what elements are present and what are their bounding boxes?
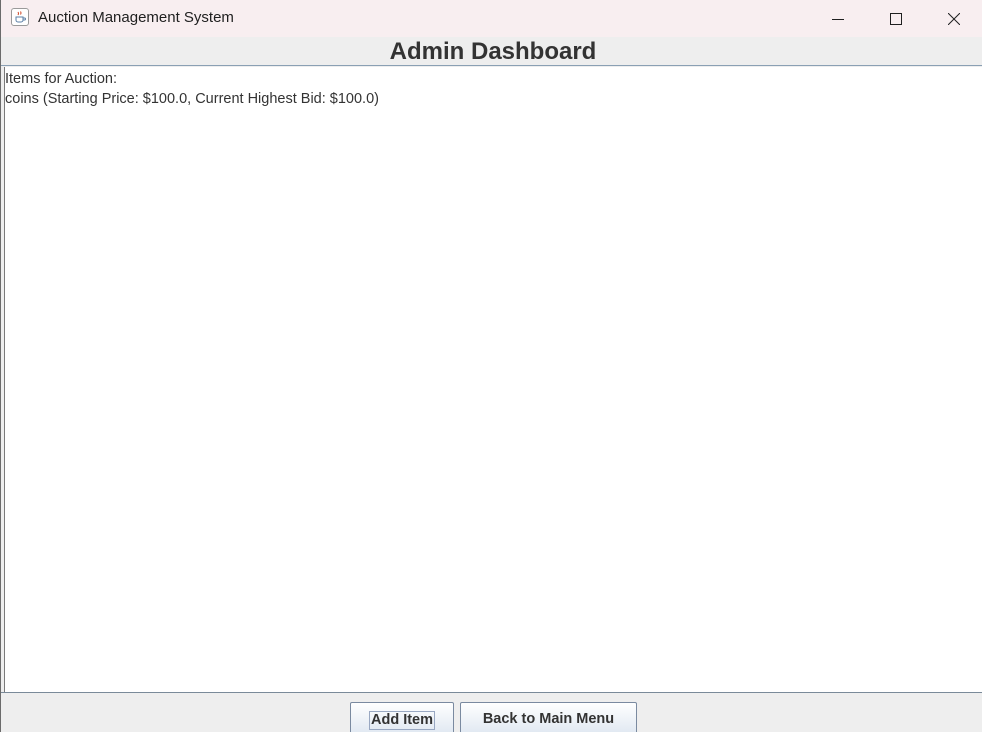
- page-title: Admin Dashboard: [389, 38, 597, 65]
- window-title: Auction Management System: [38, 9, 234, 26]
- app-window: Auction Management System Admin Dashboar…: [0, 0, 982, 732]
- items-heading: Items for Auction:: [5, 71, 118, 87]
- button-panel: Add Item Back to Main Menu: [1, 692, 982, 732]
- list-item: coins (Starting Price: $100.0, Current H…: [5, 91, 379, 107]
- add-item-label: Add Item: [368, 711, 436, 730]
- add-item-button[interactable]: Add Item: [350, 702, 454, 732]
- close-button[interactable]: [925, 0, 982, 37]
- items-list: Items for Auction: coins (Starting Price…: [5, 69, 379, 109]
- maximize-icon: [890, 12, 902, 25]
- title-bar[interactable]: Auction Management System: [1, 0, 982, 37]
- back-to-main-menu-button[interactable]: Back to Main Menu: [460, 702, 637, 732]
- back-to-main-menu-label: Back to Main Menu: [482, 711, 615, 727]
- close-icon: [948, 12, 960, 25]
- minimize-icon: [832, 18, 844, 20]
- java-cup-icon: [11, 8, 29, 26]
- maximize-button[interactable]: [867, 0, 925, 37]
- header-panel: Admin Dashboard: [1, 37, 982, 66]
- minimize-button[interactable]: [809, 0, 867, 37]
- items-text-area[interactable]: Items for Auction: coins (Starting Price…: [4, 67, 982, 692]
